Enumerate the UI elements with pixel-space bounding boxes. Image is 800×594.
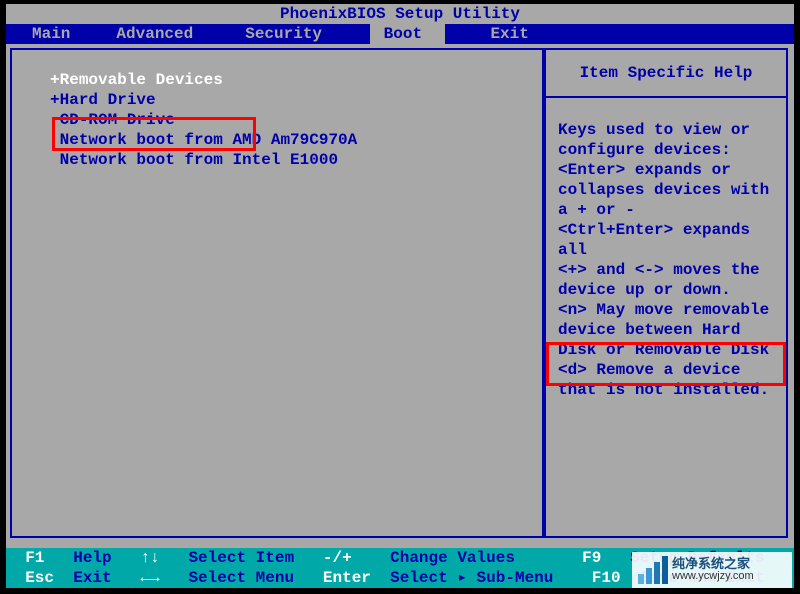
- key-esc: Esc: [25, 568, 54, 588]
- key-f1: [6, 548, 25, 568]
- key-f10: F10: [592, 568, 621, 588]
- title-bar: PhoenixBIOS Setup Utility: [6, 4, 794, 24]
- menu-advanced[interactable]: Advanced: [112, 24, 197, 44]
- watermark-url: www.ycwjzy.com: [672, 570, 754, 582]
- menu-boot[interactable]: Boot: [370, 24, 445, 44]
- menu-security[interactable]: Security: [241, 24, 326, 44]
- key-f9: F9: [582, 548, 601, 568]
- help-body: Keys used to view or configure devices: …: [546, 98, 786, 408]
- app-title: PhoenixBIOS Setup Utility: [280, 5, 520, 23]
- help-title: Item Specific Help: [546, 50, 786, 98]
- boot-order-list[interactable]: +Removable Devices +Hard Drive CD-ROM Dr…: [12, 50, 542, 178]
- menu-main[interactable]: Main: [28, 24, 74, 44]
- watermark-name: 纯净系统之家: [672, 558, 754, 570]
- watermark: 纯净系统之家 www.ycwjzy.com: [632, 552, 792, 588]
- key-updown: ↑↓: [140, 548, 159, 568]
- label-help: Help: [73, 548, 111, 568]
- key-enter: Enter: [323, 568, 371, 588]
- boot-item-net-amd[interactable]: Network boot from AMD Am79C970A: [50, 130, 534, 150]
- watermark-logo-icon: [638, 556, 668, 584]
- boot-item-net-intel[interactable]: Network boot from Intel E1000: [50, 150, 534, 170]
- key-plusminus: -/+: [323, 548, 352, 568]
- main-area: +Removable Devices +Hard Drive CD-ROM Dr…: [6, 44, 794, 542]
- key-leftright: ←→: [140, 568, 159, 588]
- help-panel: Item Specific Help Keys used to view or …: [544, 48, 788, 538]
- label-select-item: Select Item: [188, 548, 294, 568]
- boot-order-panel: +Removable Devices +Hard Drive CD-ROM Dr…: [10, 48, 544, 538]
- label-select-menu: Select Menu: [188, 568, 294, 588]
- boot-item-cdrom[interactable]: CD-ROM Drive: [50, 110, 534, 130]
- menu-exit[interactable]: Exit: [467, 24, 533, 44]
- label-change-values: Change Values: [390, 548, 515, 568]
- boot-item-removable[interactable]: +Removable Devices: [50, 70, 534, 90]
- label-select-submenu: Select ▸ Sub-Menu: [390, 568, 553, 588]
- label-exit: Exit: [73, 568, 111, 588]
- bios-screen: PhoenixBIOS Setup Utility Main Advanced …: [6, 4, 794, 588]
- boot-item-hard-drive[interactable]: +Hard Drive: [50, 90, 534, 110]
- menu-bar[interactable]: Main Advanced Security Boot Exit: [6, 24, 794, 44]
